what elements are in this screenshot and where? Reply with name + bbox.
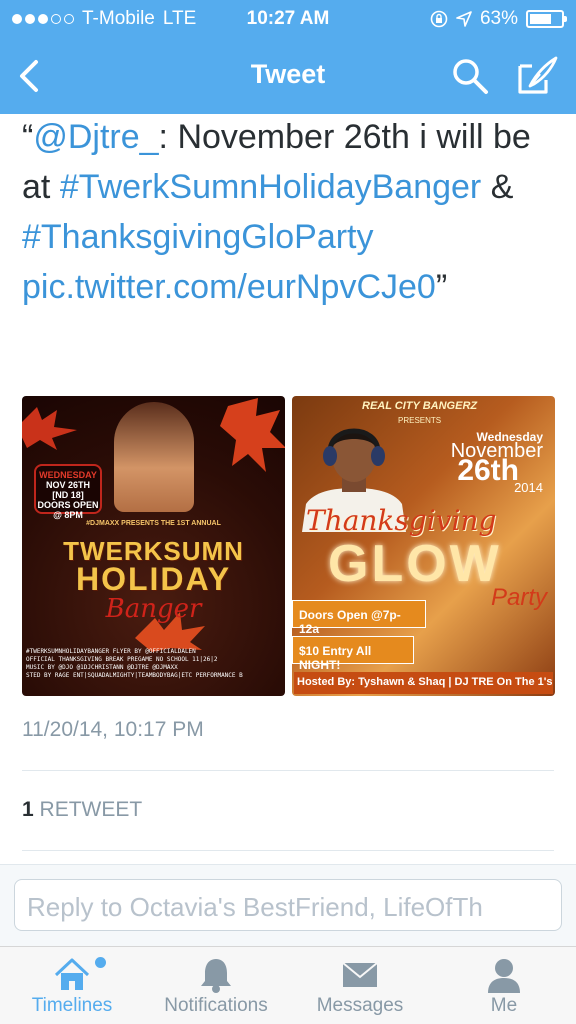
poster1-presents: #DJMAXX PRESENTS THE 1ST ANNUAL: [86, 520, 221, 527]
poster1-date-badge: WEDNESDAY NOV 26TH [ND 18] DOORS OPEN @ …: [34, 464, 102, 520]
poster1-fine-line: #TWERKSUMNHOLIDAYBANGER FLYER BY @OFFICI…: [26, 648, 196, 655]
nav-bar: Tweet: [0, 40, 576, 112]
poster2-date: 26th: [457, 454, 519, 487]
poster1-title-line3: Banger: [105, 594, 202, 624]
tab-me[interactable]: Me: [432, 947, 576, 1024]
poster1-model-photo: [114, 402, 194, 512]
hashtag-link[interactable]: #ThanksgivingGloParty: [22, 218, 374, 256]
person-icon: [488, 959, 520, 993]
tweet-image-2[interactable]: REAL CITY BANGERZ PRESENTS Wednesday Nov…: [292, 396, 555, 696]
ampersand: &: [481, 168, 514, 206]
poster2-hosted-bar: Hosted By: Tyshawn & Shaq | DJ TRE On Th…: [294, 672, 553, 694]
mention-link[interactable]: @Djtre_: [33, 118, 158, 156]
retweet-label: RETWEET: [39, 798, 143, 821]
leaf-icon: [220, 398, 285, 472]
media-link[interactable]: pic.twitter.com/eurNpvCJe0: [22, 268, 436, 306]
tab-notifications[interactable]: Notifications: [144, 947, 288, 1024]
battery-icon: [526, 10, 567, 28]
location-arrow-icon: [456, 11, 472, 27]
status-right: 63%: [430, 8, 567, 30]
status-bar: T-Mobile LTE 10:27 AM 63%: [0, 0, 576, 38]
tab-label: Messages: [316, 995, 404, 1016]
compose-icon[interactable]: [516, 56, 558, 96]
tweet-image-1[interactable]: WEDNESDAY NOV 26TH [ND 18] DOORS OPEN @ …: [22, 396, 285, 696]
poster1-day: WEDNESDAY: [39, 470, 97, 480]
poster1-date: NOV 26TH: [45, 480, 90, 490]
poster1-fine-line: OFFICIAL THANKSGIVING BREAK PREGAME NO S…: [26, 656, 218, 663]
tweet-text: “@Djtre_: November 26th i will be at #Tw…: [22, 112, 562, 312]
reply-input[interactable]: Reply to Octavia's BestFriend, LifeOfTh: [14, 879, 562, 931]
poster1-fine-line: STED BY RAGE ENT|SQUADALMIGHTY|TEAMBODYB…: [26, 672, 243, 679]
poster2-header: REAL CITY BANGERZ: [362, 400, 478, 412]
tab-label: Timelines: [31, 995, 113, 1016]
bell-icon: [201, 959, 231, 993]
rotation-lock-icon: [430, 10, 448, 28]
close-quote: ”: [435, 268, 448, 306]
tab-label: Me: [490, 995, 518, 1016]
poster1-fine-print: #TWERKSUMNHOLIDAYBANGER FLYER BY @OFFICI…: [26, 648, 281, 680]
poster2-party-title: Party: [490, 584, 547, 611]
poster2-doors-box: Doors Open @7p- 12a: [292, 600, 426, 636]
poster1-age: [ND 18]: [52, 490, 84, 500]
retweet-number: 1: [22, 798, 34, 821]
poster1-doors: DOORS OPEN @ 8PM: [37, 500, 99, 520]
top-bar: T-Mobile LTE 10:27 AM 63% Tweet: [0, 0, 576, 114]
tab-messages[interactable]: Messages: [288, 947, 432, 1024]
envelope-icon: [342, 962, 378, 987]
new-items-dot: [95, 957, 106, 968]
battery-percent: 63%: [479, 8, 518, 29]
retweet-count[interactable]: 1 RETWEET: [22, 798, 142, 822]
tweet-timestamp: 11/20/14, 10:17 PM: [22, 718, 204, 741]
poster2-glow-title: GLOW: [328, 535, 502, 593]
leaf-icon: [22, 407, 77, 450]
tab-timelines[interactable]: Timelines: [0, 947, 144, 1024]
reply-bar: Reply to Octavia's BestFriend, LifeOfTh: [0, 864, 576, 946]
poster2-script-title: Thanksgiving: [306, 504, 497, 537]
tab-label: Notifications: [164, 995, 268, 1016]
divider: [22, 850, 554, 851]
poster1-fine-line: MUSIC BY @DJO @1DJCHRISTANN @DJTRE @DJMA…: [26, 664, 178, 671]
tab-bar: Timelines Notifications Messages Me: [0, 946, 576, 1024]
divider: [22, 770, 554, 771]
poster2-entry-box: $10 Entry All NIGHT!: [292, 636, 414, 672]
home-icon: [54, 958, 90, 990]
search-icon[interactable]: [450, 56, 490, 96]
open-quote: “: [22, 118, 34, 156]
poster2-year: 2014: [514, 480, 543, 495]
poster1-title-line2: HOLIDAY: [75, 561, 232, 597]
hashtag-link[interactable]: #TwerkSumnHolidayBanger: [60, 168, 481, 206]
